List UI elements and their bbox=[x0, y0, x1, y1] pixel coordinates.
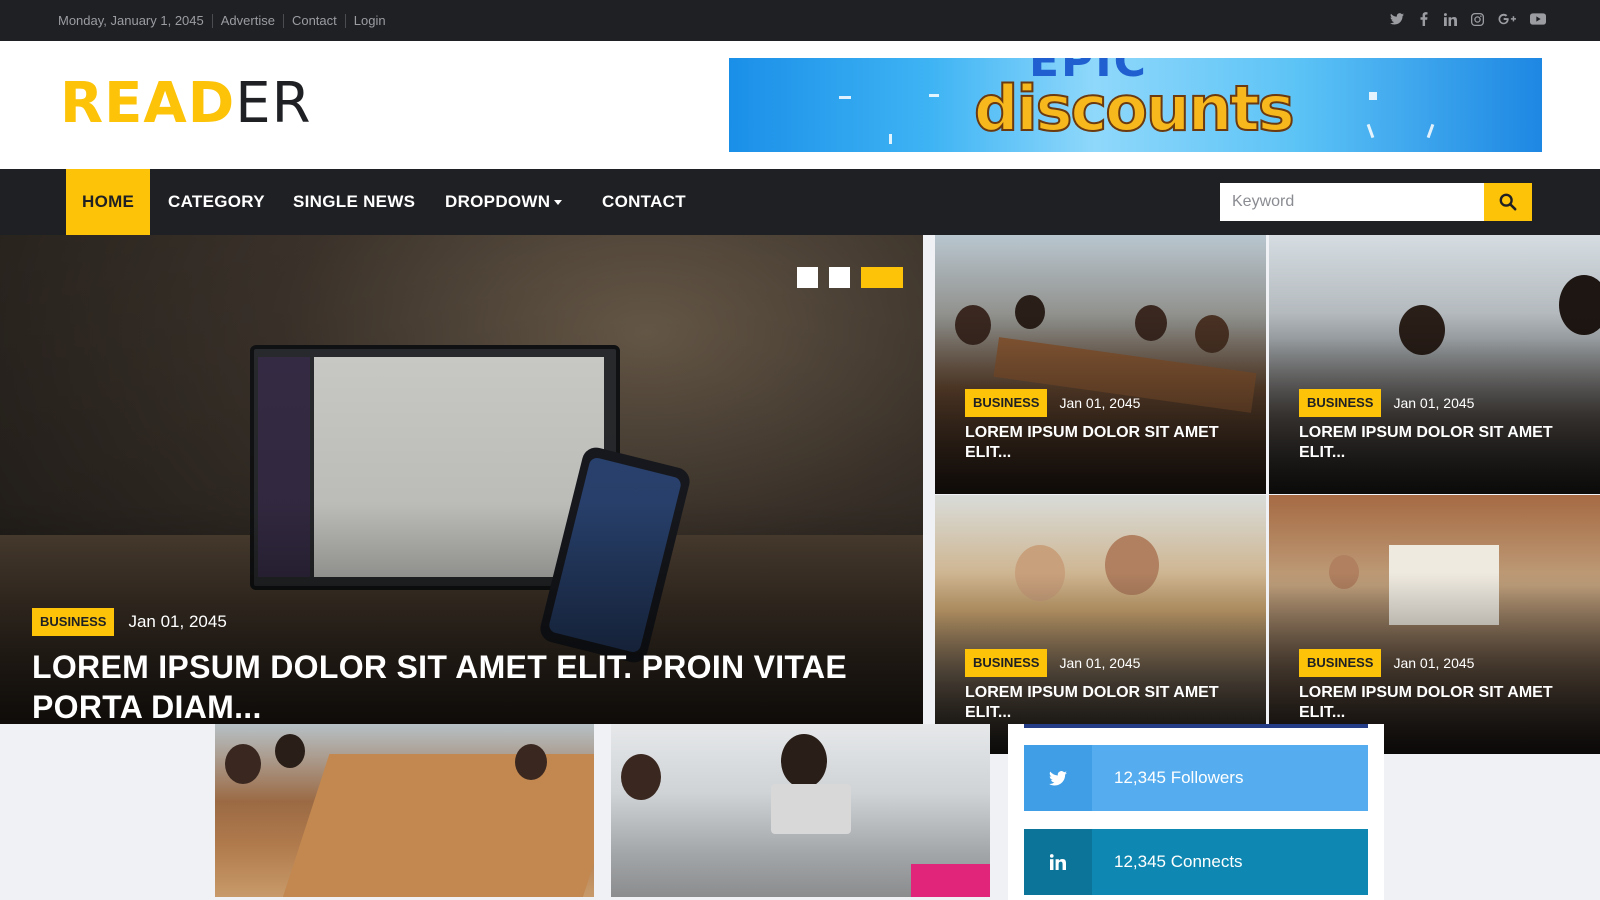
nav-dropdown-label: DROPDOWN bbox=[445, 192, 551, 211]
linkedin-connects-card[interactable]: 12,345 Connects bbox=[1024, 829, 1368, 895]
site-logo[interactable]: READER bbox=[60, 71, 312, 136]
post-date: Jan 01, 2045 bbox=[1059, 395, 1141, 411]
search-bar bbox=[1220, 183, 1532, 221]
twitter-followers-card[interactable]: 12,345 Followers bbox=[1024, 745, 1368, 811]
hero-slide[interactable]: BUSINESS Jan 01, 2045 LOREM IPSUM DOLOR … bbox=[0, 235, 923, 724]
contact-link[interactable]: Contact bbox=[282, 13, 345, 28]
category-badge[interactable]: BUSINESS bbox=[1299, 649, 1382, 677]
social-links bbox=[1390, 0, 1546, 41]
connects-count: 12,345 Connects bbox=[1114, 852, 1243, 871]
category-badge[interactable]: BUSINESS bbox=[965, 389, 1048, 417]
slider-dot-2[interactable] bbox=[829, 267, 850, 288]
nav-single-news[interactable]: SINGLE NEWS bbox=[293, 169, 415, 235]
current-date: Monday, January 1, 2045 bbox=[58, 12, 204, 28]
nav-category[interactable]: CATEGORY bbox=[168, 169, 265, 235]
linkedin-icon bbox=[1024, 829, 1092, 895]
card-title[interactable]: LOREM IPSUM DOLOR SIT AMET ELIT... bbox=[1299, 423, 1579, 463]
nav-contact[interactable]: CONTACT bbox=[602, 169, 686, 235]
news-card[interactable]: BUSINESS Jan 01, 2045 LOREM IPSUM DOLOR … bbox=[1269, 495, 1600, 754]
hero-title[interactable]: LOREM IPSUM DOLOR SIT AMET ELIT. PROIN V… bbox=[32, 647, 852, 724]
card-meta: BUSINESS Jan 01, 2045 bbox=[965, 389, 1140, 417]
slider-dot-1[interactable] bbox=[797, 267, 818, 288]
nav-dropdown[interactable]: DROPDOWN bbox=[445, 169, 563, 235]
post-date: Jan 01, 2045 bbox=[1393, 395, 1475, 411]
card-title[interactable]: LOREM IPSUM DOLOR SIT AMET ELIT... bbox=[965, 423, 1245, 463]
slider-dot-3[interactable] bbox=[861, 267, 903, 288]
search-input[interactable] bbox=[1220, 183, 1484, 221]
card-title[interactable]: LOREM IPSUM DOLOR SIT AMET ELIT... bbox=[1299, 683, 1579, 723]
linkedin-icon[interactable] bbox=[1443, 12, 1457, 29]
card-title[interactable]: LOREM IPSUM DOLOR SIT AMET ELIT... bbox=[965, 683, 1245, 723]
slider-dots bbox=[797, 267, 903, 288]
instagram-icon[interactable] bbox=[1471, 12, 1484, 29]
login-link[interactable]: Login bbox=[344, 13, 394, 28]
search-button[interactable] bbox=[1484, 183, 1532, 221]
news-card[interactable]: BUSINESS Jan 01, 2045 LOREM IPSUM DOLOR … bbox=[935, 235, 1266, 494]
category-badge[interactable]: BUSINESS bbox=[965, 649, 1048, 677]
category-badge[interactable]: BUSINESS bbox=[1299, 389, 1382, 417]
facebook-icon[interactable] bbox=[1418, 12, 1430, 29]
news-card[interactable]: BUSINESS Jan 01, 2045 LOREM IPSUM DOLOR … bbox=[1269, 235, 1600, 494]
post-date: Jan 01, 2045 bbox=[128, 612, 227, 631]
youtube-icon[interactable] bbox=[1530, 13, 1546, 28]
post-date: Jan 01, 2045 bbox=[1393, 655, 1475, 671]
banner-subhead: discounts bbox=[973, 71, 1296, 146]
card-meta: BUSINESS Jan 01, 2045 bbox=[1299, 649, 1474, 677]
news-card[interactable]: BUSINESS Jan 01, 2045 LOREM IPSUM DOLOR … bbox=[935, 495, 1266, 754]
news-thumbnail[interactable] bbox=[611, 724, 990, 897]
nav-home[interactable]: HOME bbox=[66, 169, 151, 235]
logo-highlight: READ bbox=[60, 71, 236, 136]
logo-rest: ER bbox=[235, 71, 312, 136]
main-nav: HOME CATEGORY SINGLE NEWS DROPDOWN CONTA… bbox=[0, 169, 1600, 235]
header: READER EPIC discounts bbox=[0, 41, 1600, 169]
google-plus-icon[interactable] bbox=[1498, 13, 1516, 28]
advertise-link[interactable]: Advertise bbox=[211, 13, 283, 28]
twitter-icon bbox=[1024, 745, 1092, 811]
hero-meta: BUSINESS Jan 01, 2045 bbox=[32, 608, 227, 636]
top-bar: Monday, January 1, 2045 Advertise Contac… bbox=[0, 0, 1600, 41]
chevron-down-icon bbox=[554, 200, 563, 206]
followers-count: 12,345 Followers bbox=[1114, 768, 1244, 787]
card-meta: BUSINESS Jan 01, 2045 bbox=[1299, 389, 1474, 417]
card-meta: BUSINESS Jan 01, 2045 bbox=[965, 649, 1140, 677]
post-date: Jan 01, 2045 bbox=[1059, 655, 1141, 671]
news-thumbnail[interactable] bbox=[215, 724, 594, 897]
search-icon bbox=[1499, 193, 1517, 211]
top-bar-links: Monday, January 1, 2045 Advertise Contac… bbox=[58, 0, 394, 41]
ad-banner[interactable]: EPIC discounts bbox=[729, 58, 1542, 152]
twitter-icon[interactable] bbox=[1390, 13, 1404, 28]
category-badge[interactable]: BUSINESS bbox=[32, 608, 115, 636]
